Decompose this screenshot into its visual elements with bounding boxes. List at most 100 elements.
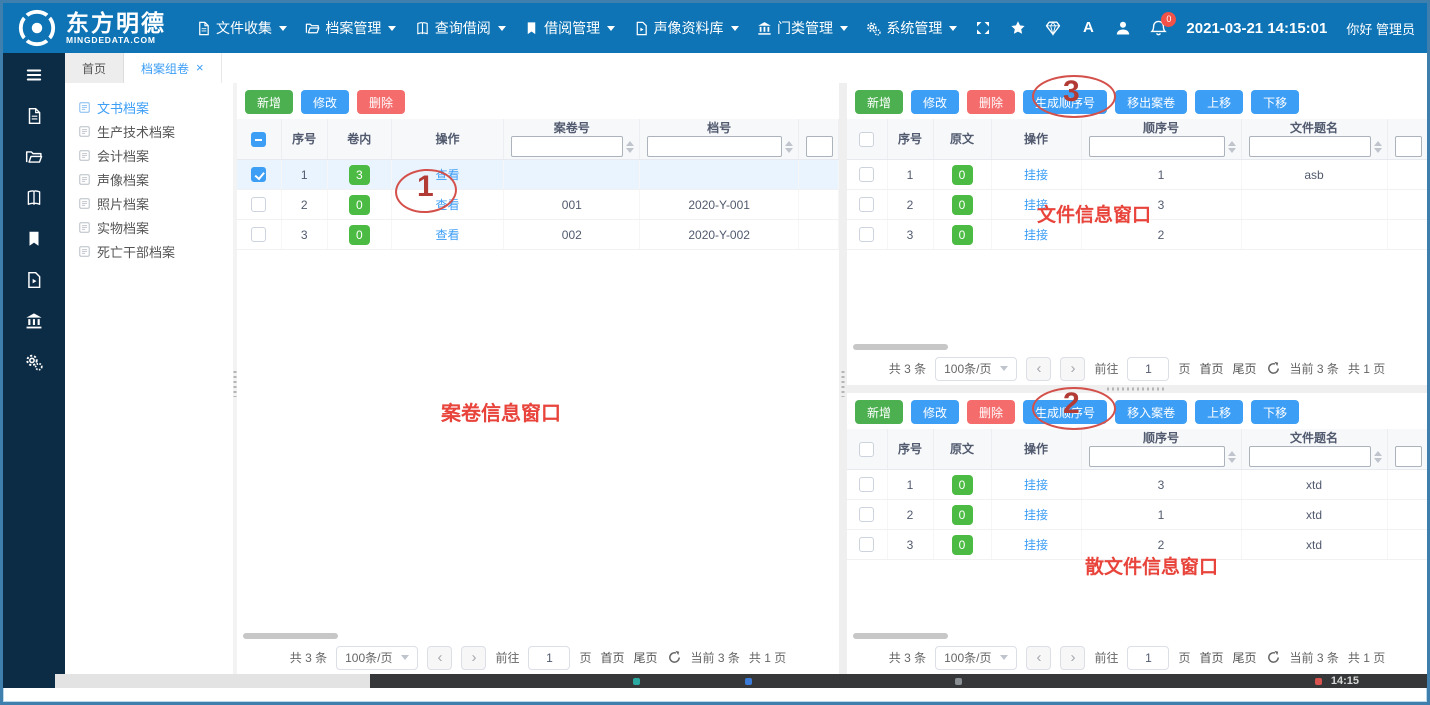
toolbar-button-5[interactable]: 移出案卷 <box>1115 90 1187 114</box>
tab-home[interactable]: 首页 <box>65 53 124 83</box>
next-page-button[interactable]: › <box>1060 646 1085 670</box>
toolbar-button-4[interactable]: 生成顺序号 <box>1023 90 1107 114</box>
refresh-icon[interactable] <box>1266 650 1281 665</box>
toolbar-button-3[interactable]: 删除 <box>357 90 405 114</box>
gem-icon[interactable] <box>1045 20 1061 36</box>
toolbar-button-3[interactable]: 删除 <box>967 90 1015 114</box>
action-link[interactable]: 查看 <box>436 168 460 182</box>
next-page-button[interactable]: › <box>1060 357 1085 381</box>
filter-input[interactable] <box>1249 446 1371 467</box>
row-checkbox[interactable] <box>251 227 266 242</box>
toolbar-button-6[interactable]: 上移 <box>1195 90 1243 114</box>
top-menu-3[interactable]: 查询借阅 <box>415 18 506 38</box>
table-row[interactable]: 30挂接2 <box>847 220 1427 250</box>
star-icon[interactable] <box>1010 20 1026 36</box>
action-link[interactable]: 查看 <box>436 228 460 242</box>
main-splitter[interactable] <box>839 83 847 674</box>
tab-archive-filing[interactable]: 档案组卷 × <box>124 53 222 83</box>
sidebar-menu-icon[interactable] <box>24 66 44 84</box>
prev-page-button[interactable]: ‹ <box>1026 646 1051 670</box>
prev-page-button[interactable]: ‹ <box>1026 357 1051 381</box>
tree-item-5[interactable]: 照片档案 <box>78 191 233 215</box>
select-all-checkbox[interactable] <box>859 132 874 147</box>
page-size-select[interactable]: 100条/页 <box>336 646 418 670</box>
toolbar-button-4[interactable]: 生成顺序号 <box>1023 400 1107 424</box>
toolbar-button-3[interactable]: 删除 <box>967 400 1015 424</box>
page-hscrollbar-thumb[interactable] <box>55 674 370 688</box>
page-size-select[interactable]: 100条/页 <box>935 357 1017 381</box>
select-all-checkbox[interactable] <box>251 132 266 147</box>
filter-input[interactable] <box>1089 446 1225 467</box>
toolbar-button-2[interactable]: 修改 <box>911 400 959 424</box>
top-menu-1[interactable]: 文件收集 <box>196 18 287 38</box>
filter-input[interactable] <box>1089 136 1225 157</box>
toolbar-button-1[interactable]: 新增 <box>855 400 903 424</box>
table-row[interactable]: 30查看0022020-Y-002 <box>237 220 839 250</box>
table-row[interactable]: 20挂接3 <box>847 190 1427 220</box>
filter-input[interactable] <box>1395 446 1422 467</box>
row-checkbox[interactable] <box>251 167 266 182</box>
last-page-link[interactable]: 尾页 <box>634 649 658 666</box>
sort-carets-icon[interactable] <box>626 141 634 153</box>
sidebar-bookmark-icon[interactable] <box>24 230 44 248</box>
toolbar-button-7[interactable]: 下移 <box>1251 400 1299 424</box>
top-menu-5[interactable]: 声像资料库 <box>634 18 739 38</box>
first-page-link[interactable]: 首页 <box>1200 649 1224 666</box>
last-page-link[interactable]: 尾页 <box>1233 649 1257 666</box>
font-size-icon[interactable]: A <box>1080 20 1096 36</box>
next-page-button[interactable]: › <box>461 646 486 670</box>
close-icon[interactable]: × <box>196 62 204 74</box>
sort-carets-icon[interactable] <box>1374 451 1382 463</box>
table-row[interactable]: 10挂接1asb <box>847 160 1427 190</box>
row-checkbox[interactable] <box>859 167 874 182</box>
toolbar-button-2[interactable]: 修改 <box>911 90 959 114</box>
row-checkbox[interactable] <box>859 197 874 212</box>
top-menu-7[interactable]: 系统管理 <box>866 18 957 38</box>
action-link[interactable]: 查看 <box>436 198 460 212</box>
sidebar-gears-icon[interactable] <box>24 353 44 371</box>
top-menu-2[interactable]: 档案管理 <box>305 18 396 38</box>
action-link[interactable]: 挂接 <box>1024 198 1048 212</box>
filter-input[interactable] <box>806 136 833 157</box>
tree-item-4[interactable]: 声像档案 <box>78 167 233 191</box>
scrollbar-thumb[interactable] <box>853 344 948 350</box>
last-page-link[interactable]: 尾页 <box>1233 360 1257 377</box>
sidebar-media-file-icon[interactable] <box>24 271 44 289</box>
action-link[interactable]: 挂接 <box>1024 508 1048 522</box>
page-input[interactable] <box>528 646 570 670</box>
sidebar-bank-icon[interactable] <box>24 312 44 330</box>
sidebar-book-icon[interactable] <box>24 189 44 207</box>
page-input[interactable] <box>1127 646 1169 670</box>
toolbar-button-2[interactable]: 修改 <box>301 90 349 114</box>
sort-carets-icon[interactable] <box>785 141 793 153</box>
toolbar-button-1[interactable]: 新增 <box>855 90 903 114</box>
action-link[interactable]: 挂接 <box>1024 538 1048 552</box>
sidebar-folder-open-icon[interactable] <box>24 148 44 166</box>
toolbar-button-1[interactable]: 新增 <box>245 90 293 114</box>
toolbar-button-6[interactable]: 上移 <box>1195 400 1243 424</box>
right-splitter[interactable] <box>847 385 1427 393</box>
tree-splitter[interactable] <box>233 83 237 674</box>
toolbar-button-5[interactable]: 移入案卷 <box>1115 400 1187 424</box>
bell-icon[interactable]: 0 <box>1150 20 1167 37</box>
filter-input[interactable] <box>1395 136 1422 157</box>
user-icon[interactable] <box>1115 20 1131 36</box>
tree-item-7[interactable]: 死亡干部档案 <box>78 239 233 263</box>
tree-item-1[interactable]: 文书档案 <box>78 95 233 119</box>
first-page-link[interactable]: 首页 <box>1200 360 1224 377</box>
select-all-checkbox[interactable] <box>859 442 874 457</box>
sort-carets-icon[interactable] <box>1228 451 1236 463</box>
expand-icon[interactable] <box>975 20 991 36</box>
top-menu-4[interactable]: 借阅管理 <box>524 18 615 38</box>
scrollbar-thumb[interactable] <box>853 633 948 639</box>
sort-carets-icon[interactable] <box>1228 141 1236 153</box>
page-size-select[interactable]: 100条/页 <box>935 646 1017 670</box>
sidebar-document-icon[interactable] <box>24 107 44 125</box>
first-page-link[interactable]: 首页 <box>601 649 625 666</box>
table-row[interactable]: 30挂接2xtd <box>847 530 1427 560</box>
filter-input[interactable] <box>511 136 623 157</box>
filter-input[interactable] <box>647 136 781 157</box>
page-input[interactable] <box>1127 357 1169 381</box>
row-checkbox[interactable] <box>859 477 874 492</box>
row-checkbox[interactable] <box>251 197 266 212</box>
